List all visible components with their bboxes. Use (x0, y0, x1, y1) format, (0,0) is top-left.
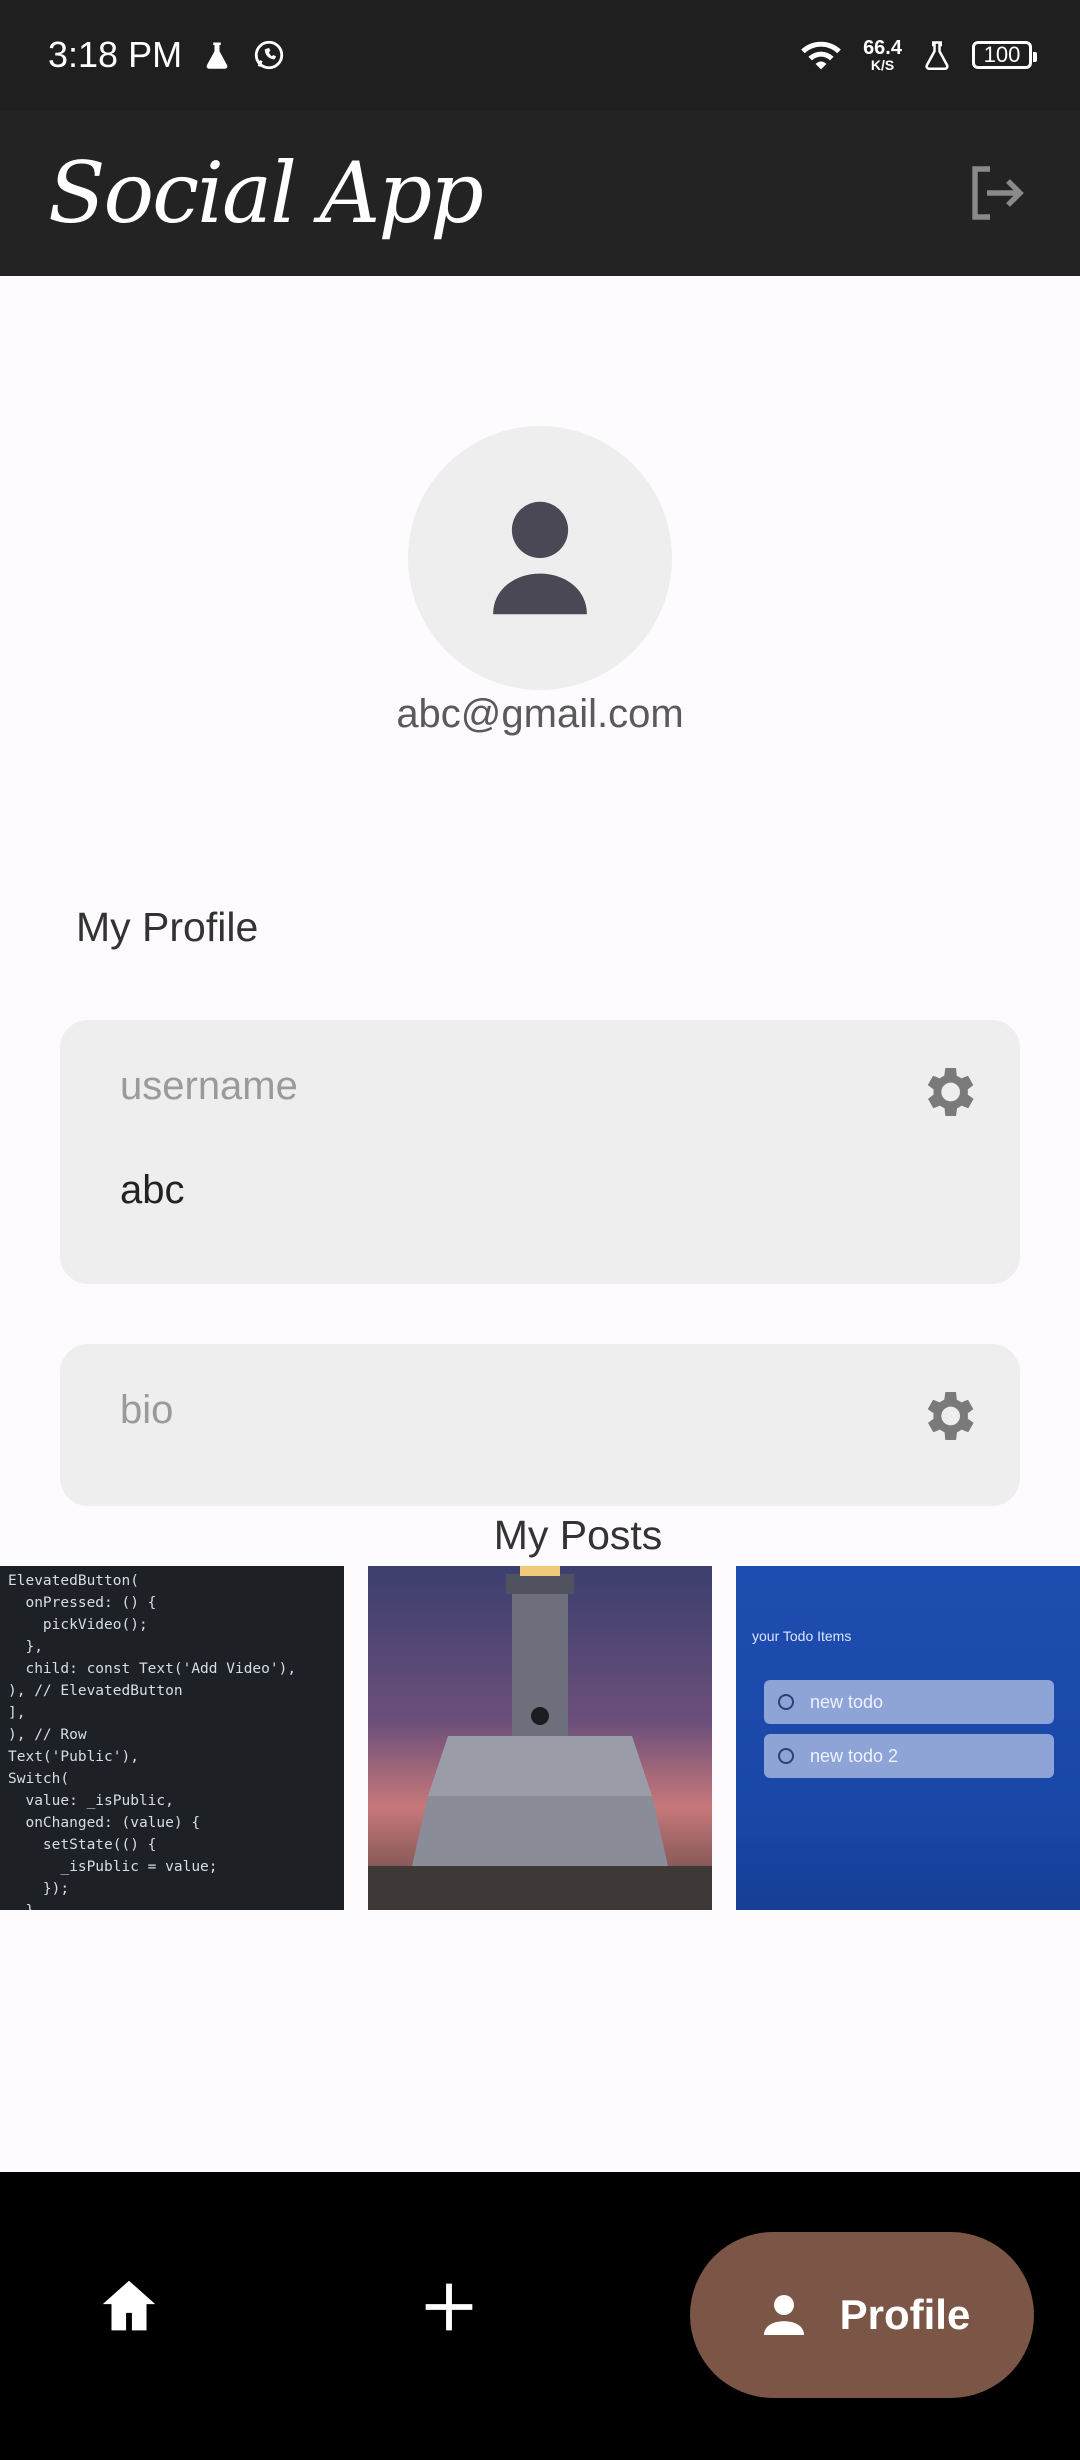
gear-icon[interactable] (916, 1384, 980, 1448)
avatar (408, 426, 672, 690)
status-time: 3:18 PM (48, 34, 183, 75)
logout-icon[interactable] (960, 157, 1032, 229)
network-speed: 66.4 K/S (863, 38, 902, 72)
section-title-my-posts: My Posts (493, 1512, 663, 1558)
net-speed-unit: K/S (870, 57, 895, 73)
bio-card: bio (60, 1344, 1020, 1506)
username-value: abc (120, 1168, 185, 1212)
net-speed-value: 66.4 (863, 37, 902, 59)
person-icon (493, 501, 587, 615)
flask-icon (925, 41, 949, 70)
app-title: Social App (48, 144, 484, 242)
todo-item: new todo (764, 1680, 1054, 1724)
bottom-navigation: Profile (0, 2172, 1080, 2460)
lighthouse-image (368, 1566, 712, 1910)
nav-profile-button[interactable]: Profile (690, 2232, 1034, 2398)
whatsapp-icon (254, 40, 284, 70)
todo-item-label: new todo 2 (810, 1745, 899, 1766)
home-icon[interactable] (94, 2272, 164, 2342)
person-icon (763, 2295, 804, 2335)
todo-header: your Todo Items (752, 1628, 852, 1644)
gear-icon[interactable] (916, 1060, 980, 1124)
username-label: username (120, 1064, 298, 1108)
status-bar: 3:18 PM 66.4 K/S 100 (0, 0, 1080, 110)
user-email: abc@gmail.com (396, 692, 684, 736)
posts-grid: ElevatedButton( onPressed: () { pickVide… (0, 1566, 1080, 1910)
post-thumbnail[interactable] (368, 1566, 712, 1910)
nav-profile-label: Profile (839, 2291, 971, 2338)
app-bar: Social App (0, 110, 1080, 276)
username-card: username abc (60, 1020, 1020, 1284)
code-snippet: ElevatedButton( onPressed: () { pickVide… (8, 1573, 297, 1910)
bio-label: bio (120, 1388, 174, 1432)
post-thumbnail[interactable]: your Todo Items new todo new todo 2 (736, 1566, 1080, 1910)
post-thumbnail[interactable]: ElevatedButton( onPressed: () { pickVide… (0, 1566, 344, 1910)
battery-level: 100 (983, 42, 1021, 67)
todo-item: new todo 2 (764, 1734, 1054, 1778)
todo-item-label: new todo (810, 1691, 884, 1712)
add-icon[interactable] (414, 2272, 484, 2342)
battery-indicator: 100 (972, 41, 1037, 69)
section-title-my-profile: My Profile (76, 904, 259, 950)
flask-icon (206, 42, 228, 69)
wifi-icon (801, 41, 841, 70)
